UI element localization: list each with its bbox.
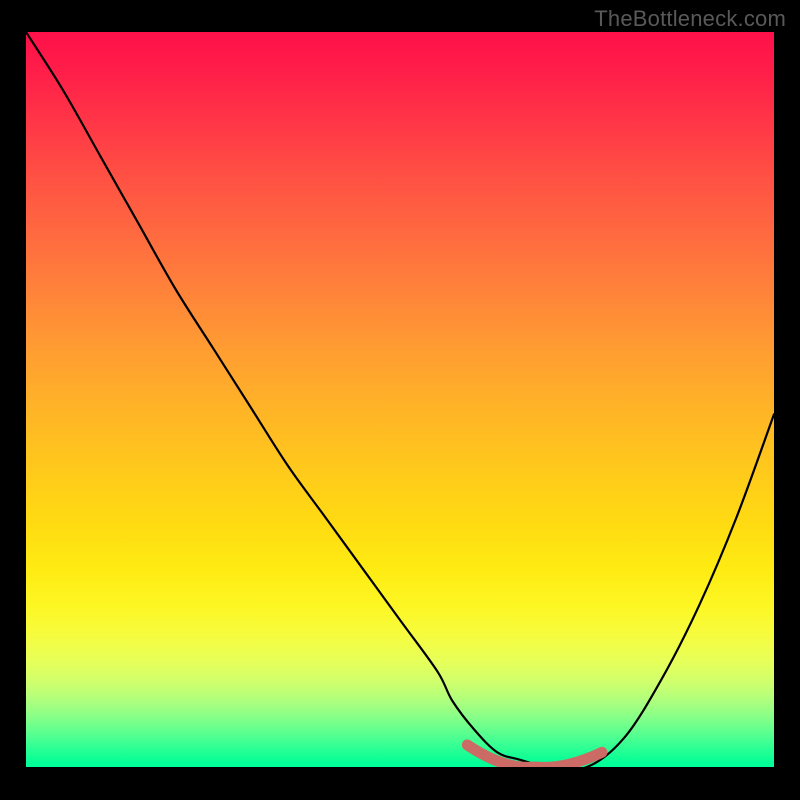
chart-frame: TheBottleneck.com [0, 0, 800, 800]
plot-area [26, 32, 774, 767]
watermark-text: TheBottleneck.com [594, 6, 786, 32]
optimal-range-marker [26, 32, 774, 767]
